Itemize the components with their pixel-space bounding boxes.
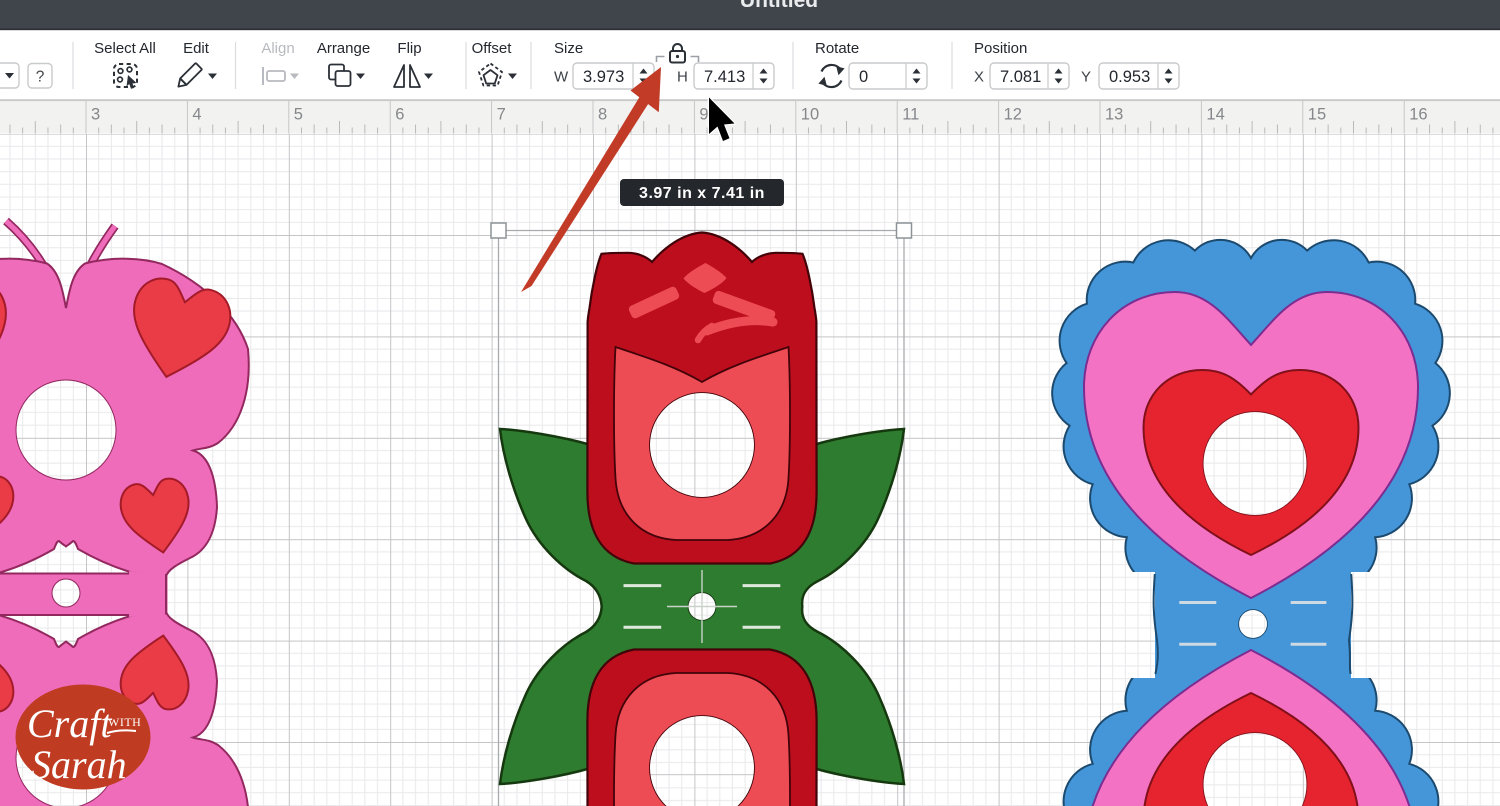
svg-text:Select All: Select All [94, 40, 156, 57]
svg-text:8: 8 [598, 106, 607, 124]
svg-text:Position: Position [974, 40, 1027, 57]
svg-text:Align: Align [261, 40, 294, 57]
svg-text:X: X [974, 69, 984, 86]
svg-text:Arrange: Arrange [317, 40, 370, 57]
svg-text:3.97 in x 7.41 in: 3.97 in x 7.41 in [639, 185, 765, 202]
svg-text:6: 6 [395, 106, 404, 124]
svg-text:Edit: Edit [183, 40, 210, 57]
svg-text:5: 5 [294, 106, 303, 124]
svg-text:12: 12 [1004, 106, 1022, 124]
svg-text:16: 16 [1409, 106, 1427, 124]
svg-text:9: 9 [699, 106, 708, 124]
svg-text:W: W [554, 69, 569, 86]
svg-text:3: 3 [91, 106, 100, 124]
svg-text:7: 7 [497, 106, 506, 124]
svg-text:Sarah: Sarah [31, 742, 127, 787]
svg-text:13: 13 [1105, 106, 1123, 124]
svg-text:Y: Y [1081, 69, 1091, 86]
svg-text:Size: Size [554, 40, 583, 57]
svg-text:0.953: 0.953 [1109, 68, 1150, 86]
svg-text:14: 14 [1206, 106, 1224, 124]
svg-text:H: H [677, 69, 688, 86]
svg-text:7.413: 7.413 [704, 68, 745, 86]
svg-text:Offset: Offset [472, 40, 513, 57]
svg-text:?: ? [36, 69, 45, 86]
svg-text:Craft: Craft [27, 701, 112, 746]
svg-text:7.081: 7.081 [1000, 68, 1041, 86]
svg-text:4: 4 [192, 106, 201, 124]
svg-text:Rotate: Rotate [815, 40, 859, 57]
svg-text:WITH: WITH [108, 715, 141, 729]
svg-text:Untitled: Untitled [740, 0, 818, 12]
svg-text:10: 10 [801, 106, 819, 124]
svg-text:3.973: 3.973 [583, 68, 624, 86]
svg-text:Flip: Flip [397, 40, 421, 57]
svg-text:11: 11 [902, 106, 919, 124]
svg-text:0: 0 [859, 68, 868, 86]
svg-text:15: 15 [1308, 106, 1326, 124]
